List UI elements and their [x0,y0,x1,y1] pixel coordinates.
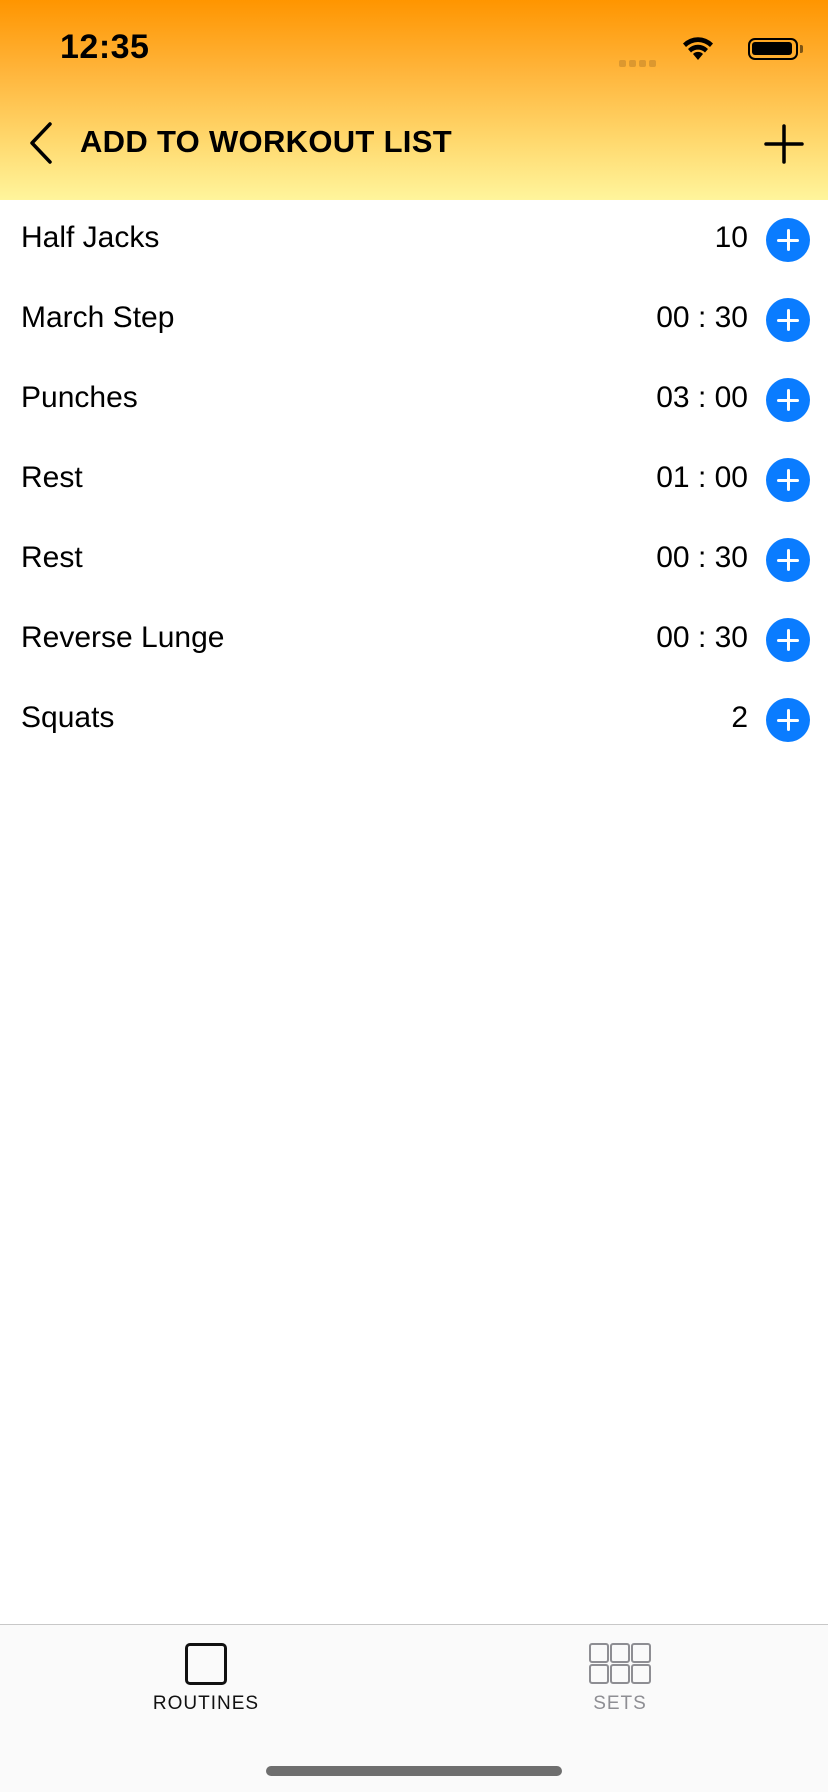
exercise-name: Squats [21,701,115,734]
exercise-name: Rest [21,461,83,494]
add-circle-icon[interactable] [766,378,810,422]
back-button[interactable] [22,118,62,168]
list-item[interactable]: Rest 00 : 30 [0,520,828,600]
chevron-left-icon [30,122,52,164]
wifi-icon [683,37,713,60]
add-circle-icon[interactable] [766,618,810,662]
list-item[interactable]: March Step 00 : 30 [0,280,828,360]
tab-sets[interactable]: SETS [520,1643,720,1743]
home-indicator[interactable] [266,1766,562,1776]
status-icons [608,34,803,67]
add-exercise-button[interactable] [762,122,806,166]
exercise-name: Reverse Lunge [21,621,225,654]
add-circle-icon[interactable] [766,538,810,582]
exercise-value: 01 : 00 [656,461,748,494]
exercise-name: Punches [21,381,138,414]
navigation-header: 12:35 ADD TO WORKOUT LIST [0,0,828,200]
battery-icon [748,38,803,60]
exercise-value: 10 [714,221,748,254]
grid-icon [589,1643,651,1685]
list-item[interactable]: Reverse Lunge 00 : 30 [0,600,828,680]
cellular-signal-icon [619,54,663,67]
exercise-value: 03 : 00 [656,381,748,414]
plus-icon [764,124,804,164]
square-icon [185,1643,227,1685]
exercise-value: 00 : 30 [656,301,748,334]
exercise-value: 00 : 30 [656,541,748,574]
exercise-name: Half Jacks [21,221,160,254]
add-circle-icon[interactable] [766,298,810,342]
exercise-value: 00 : 30 [656,621,748,654]
tab-label: SETS [593,1693,647,1714]
add-circle-icon[interactable] [766,698,810,742]
tab-label: ROUTINES [152,1693,260,1714]
exercise-name: Rest [21,541,83,574]
exercise-name: March Step [21,301,175,334]
list-item[interactable]: Rest 01 : 00 [0,440,828,520]
status-time: 12:35 [60,28,150,66]
list-item[interactable]: Squats 2 [0,680,828,760]
exercise-list: Half Jacks 10 March Step 00 : 30 Punches… [0,200,828,760]
add-circle-icon[interactable] [766,218,810,262]
exercise-value: 2 [731,701,748,734]
tab-routines[interactable]: ROUTINES [106,1643,306,1743]
page-title: ADD TO WORKOUT LIST [80,124,452,159]
add-circle-icon[interactable] [766,458,810,502]
list-item[interactable]: Punches 03 : 00 [0,360,828,440]
list-item[interactable]: Half Jacks 10 [0,200,828,280]
